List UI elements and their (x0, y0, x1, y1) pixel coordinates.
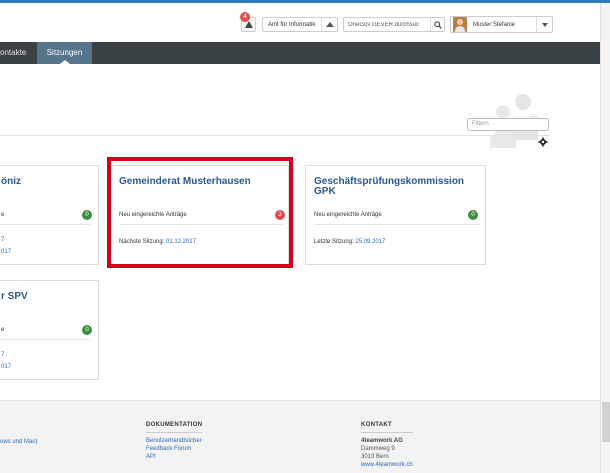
company-name: 4teamwork AG (361, 438, 403, 444)
gear-icon[interactable] (538, 137, 548, 147)
last-meeting-date[interactable]: 25.09.2017 (355, 239, 385, 245)
last-meeting-label: Letzte Sitzung: (314, 239, 356, 245)
proposals-count-badge: 0 (82, 325, 92, 335)
scrollbar[interactable] (600, 42, 610, 473)
footer-col-downloads: ows und Mac) (0, 438, 37, 446)
tab-kontakte[interactable]: ontakte (0, 42, 34, 64)
notifications-button[interactable]: 4 (240, 12, 256, 32)
selection-highlight (107, 157, 293, 268)
committee-title[interactable]: öniz (1, 176, 21, 187)
card-divider (314, 224, 480, 225)
footer-link[interactable]: ows und Mac) (0, 439, 37, 445)
committee-card[interactable]: öniz e 0 7 017 (0, 165, 99, 265)
meeting-date[interactable]: 017 (1, 249, 11, 255)
chevron-down-icon[interactable] (536, 17, 552, 32)
proposals-label: Neu eingereichte Anträge (314, 212, 382, 218)
committee-title[interactable]: r SPV (1, 291, 28, 302)
user-menu[interactable]: Muster Stefanie (450, 16, 553, 33)
footer-link[interactable]: API (146, 453, 202, 461)
search-icon[interactable] (430, 18, 444, 31)
card-divider (1, 339, 91, 340)
org-unit-icon (321, 18, 337, 31)
search-box[interactable]: OneGov GEVER durchsuc (343, 17, 445, 32)
proposals-label: e (1, 327, 5, 333)
org-unit-label: Amt für Informatik (268, 21, 316, 28)
main-nav: ontakte Sitzungen (0, 42, 600, 64)
tab-sitzungen[interactable]: Sitzungen (37, 42, 92, 64)
footer-col-contact: KONTAKT 4teamwork AG Dammweg 9 3013 Bern… (361, 421, 413, 469)
footer-col-documentation: DOKUMENTATION Benutzerhandbücher Feedbac… (146, 421, 203, 461)
committee-card[interactable]: r SPV e 0 7 017 (0, 280, 99, 380)
last-meeting[interactable]: Letzte Sitzung: 25.09.2017 (314, 239, 385, 245)
proposals-count-badge: 0 (82, 210, 92, 220)
street: Dammweg 9 (361, 446, 395, 452)
top-bar: 4 Amt für Informatik OneGov GEVER durchs… (0, 0, 610, 45)
user-name: Muster Stefanie (473, 21, 516, 28)
bell-icon (244, 21, 253, 28)
avatar (453, 17, 467, 32)
search-input[interactable]: OneGov GEVER durchsuc (344, 22, 430, 28)
footer-heading: KONTAKT (361, 421, 413, 433)
footer: ows und Mac) DOKUMENTATION Benutzerhandb… (0, 400, 600, 473)
proposals-label: e (1, 212, 5, 218)
committee-title-line2[interactable]: GPK (314, 186, 336, 197)
top-bar-edge (600, 3, 610, 45)
meeting-date[interactable]: 7 (1, 352, 4, 358)
scrollbar-thumb[interactable] (602, 402, 610, 442)
notifications-badge: 4 (240, 12, 250, 22)
meeting-date[interactable]: 017 (1, 364, 11, 370)
proposals-count-badge: 0 (468, 210, 478, 220)
committee-title[interactable]: Geschäftsprüfungskommission (314, 176, 464, 187)
header-divider (0, 135, 550, 136)
footer-heading: DOKUMENTATION (146, 421, 203, 433)
footer-link[interactable]: Benutzerhandbücher (146, 437, 202, 445)
committee-card[interactable]: Geschäftsprüfungskommission GPK Neu eing… (305, 165, 486, 265)
footer-link[interactable]: Feedback Forum (146, 445, 202, 453)
website-link[interactable]: www.4teamwork.ch (361, 461, 413, 469)
org-unit-selector[interactable]: Amt für Informatik (262, 17, 338, 32)
city: 3013 Bern (361, 454, 389, 460)
card-divider (1, 224, 91, 225)
filter-input[interactable]: Filtern (467, 118, 549, 131)
meeting-date[interactable]: 7 (1, 237, 4, 243)
